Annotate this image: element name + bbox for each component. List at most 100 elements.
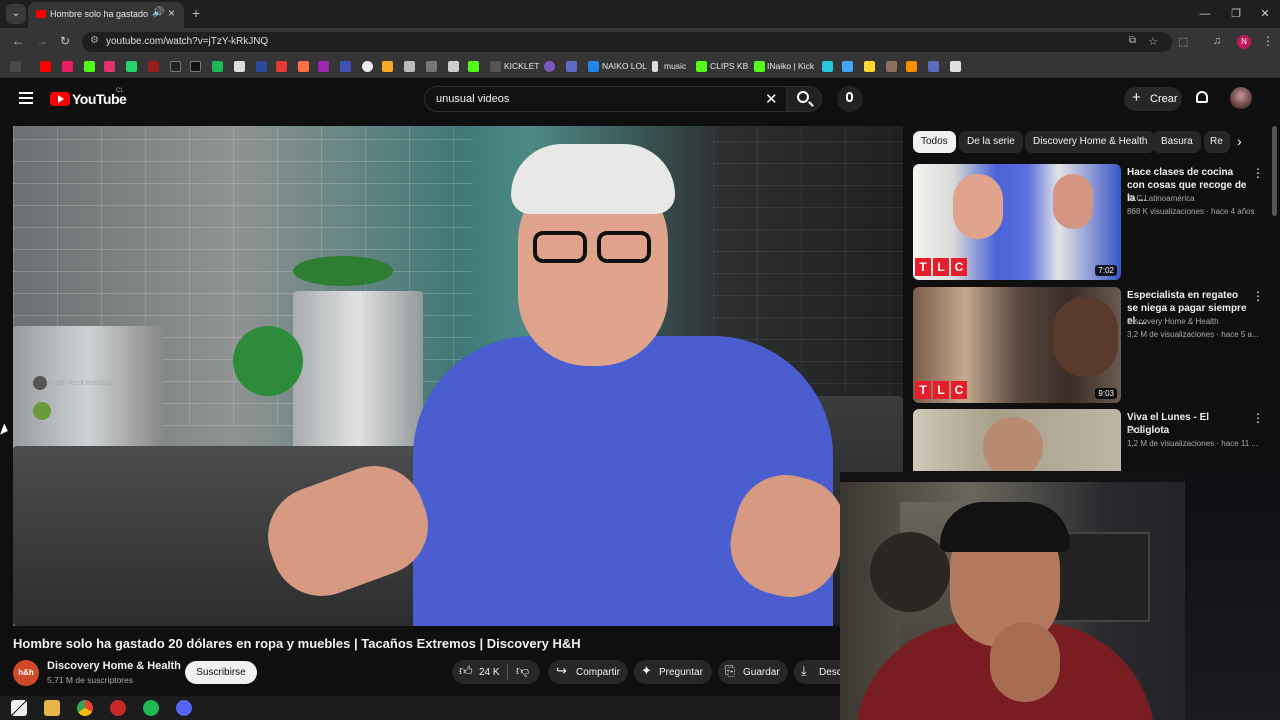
plus-icon[interactable]: + (1132, 89, 1141, 106)
bookmark-icon[interactable] (822, 61, 833, 72)
extensions-icon[interactable]: ⬚ (1178, 35, 1188, 48)
chrome-icon[interactable] (77, 700, 93, 716)
bookmark-icon[interactable] (318, 61, 329, 72)
discord-icon[interactable] (176, 700, 192, 716)
bookmark-kick-icon[interactable] (84, 61, 95, 72)
video-player[interactable]: Gordi Rock Brandon L (13, 126, 903, 626)
recommendation-thumbnail[interactable] (913, 409, 1121, 471)
bookmark-kick-icon[interactable] (468, 61, 479, 72)
bookmark-icon[interactable] (276, 61, 287, 72)
scrollbar-thumb[interactable] (1272, 126, 1277, 216)
bookmark-icon[interactable] (566, 61, 577, 72)
bookmark-kick-icon[interactable] (754, 61, 765, 72)
browser-menu-icon[interactable]: ⋮ (1262, 34, 1274, 48)
bookmark-whatsapp-icon[interactable] (126, 61, 137, 72)
bookmark-icon[interactable] (448, 61, 459, 72)
bookmark-icon[interactable] (842, 61, 853, 72)
subscribe-button[interactable]: Suscribirse (185, 661, 257, 684)
bookmark-icon[interactable]: ⎘ (725, 663, 735, 679)
bookmark-icon[interactable] (426, 61, 437, 72)
bookmark-icon[interactable] (362, 61, 373, 72)
bookmark-star-icon[interactable]: ☆ (1148, 35, 1158, 48)
bookmark-spotify-icon[interactable] (212, 61, 223, 72)
channel-avatar[interactable]: h&h (13, 660, 39, 686)
recommendation-channel[interactable]: TLC Latinoamérica (1127, 193, 1262, 205)
bookmark-naiko-icon[interactable] (588, 61, 599, 72)
share-icon[interactable]: ↪ (556, 663, 567, 679)
chip-de-la-serie[interactable]: De la serie (959, 131, 1023, 153)
site-info-icon[interactable]: ⚙ (90, 35, 99, 46)
chevron-right-icon[interactable]: › (1237, 133, 1242, 149)
create-label[interactable]: Crear (1150, 93, 1178, 105)
apps-grid-icon[interactable] (10, 61, 21, 72)
new-tab-icon[interactable]: + (192, 5, 200, 21)
bookmark-tiktok-icon[interactable] (190, 61, 201, 72)
bookmark-icon[interactable] (382, 61, 393, 72)
more-options-icon[interactable]: ⋮ (1252, 289, 1264, 303)
bookmark-icon[interactable] (864, 61, 875, 72)
bookmark-icon[interactable] (928, 61, 939, 72)
youtube-logo-icon[interactable] (50, 92, 70, 106)
dislike-icon[interactable]: 👎︎ (516, 663, 529, 679)
ask-label[interactable]: Preguntar (659, 667, 703, 678)
bookmark-naiko-lol[interactable]: NAIKO LOL (602, 61, 647, 71)
windows-start-icon[interactable] (11, 700, 27, 716)
tab-close-icon[interactable]: × (168, 6, 175, 20)
profile-avatar[interactable]: N (1237, 35, 1251, 49)
window-close-icon[interactable]: ✕ (1250, 4, 1280, 24)
more-options-icon[interactable]: ⋮ (1252, 411, 1264, 425)
search-query[interactable]: unusual videos (436, 93, 509, 105)
bookmark-icon[interactable] (906, 61, 917, 72)
bookmark-icon[interactable] (62, 61, 73, 72)
download-label[interactable]: Desc (819, 667, 842, 678)
bookmark-clips-icon[interactable] (696, 61, 707, 72)
bookmark-icon[interactable] (234, 61, 245, 72)
install-icon[interactable]: ⧉ (1129, 35, 1136, 46)
bookmark-instagram-icon[interactable] (104, 61, 115, 72)
bookmark-youtube-icon[interactable] (40, 61, 51, 72)
sparkle-icon[interactable]: ✦ (641, 663, 652, 679)
tab-audio-icon[interactable]: 🔊 (152, 7, 164, 18)
bookmark-icon[interactable] (148, 61, 159, 72)
bookmark-kicklet[interactable]: KICKLET (504, 61, 539, 71)
like-count[interactable]: 24 K (479, 667, 500, 678)
download-icon[interactable]: ⤓ (801, 663, 807, 679)
bookmark-icon[interactable] (298, 61, 309, 72)
search-icon[interactable] (797, 91, 809, 103)
clear-search-icon[interactable]: ✕ (765, 90, 778, 108)
media-control-icon[interactable]: ♫ (1213, 35, 1221, 47)
chip-todos[interactable]: Todos (913, 131, 956, 153)
chip-basura[interactable]: Basura (1153, 131, 1201, 153)
notifications-bell-icon[interactable] (1196, 91, 1208, 103)
account-avatar[interactable] (1230, 87, 1252, 109)
more-options-icon[interactable]: ⋮ (1252, 166, 1264, 180)
minimize-icon[interactable]: — (1190, 4, 1220, 24)
menu-icon[interactable] (19, 92, 33, 104)
recommendation-thumbnail[interactable]: T L C 9:03 (913, 287, 1121, 403)
bookmark-icon[interactable] (256, 61, 267, 72)
address-bar[interactable]: ⚙ youtube.com/watch?v=jTzY-kRkJNQ ⧉ ☆ (82, 32, 1172, 52)
app-icon[interactable] (110, 700, 126, 716)
microphone-icon[interactable] (846, 92, 853, 102)
bookmark-x-icon[interactable] (170, 61, 181, 72)
bookmark-music[interactable]: music (664, 61, 686, 71)
tab-search-icon[interactable]: ⌄ (6, 4, 26, 24)
share-label[interactable]: Compartir (576, 667, 620, 678)
bookmark-icon[interactable] (544, 61, 555, 72)
file-explorer-icon[interactable] (44, 700, 60, 716)
chip-discovery[interactable]: Discovery Home & Health (1025, 131, 1156, 153)
forward-icon[interactable]: → (36, 34, 48, 48)
bookmark-icon[interactable] (340, 61, 351, 72)
reload-icon[interactable]: ↻ (60, 34, 70, 48)
recommendation-channel[interactable]: El 13 (1127, 425, 1262, 437)
chip-re[interactable]: Re (1204, 131, 1230, 153)
browser-tab-active[interactable]: Hombre solo ha gastado 20 🔊 × (28, 2, 184, 28)
bookmark-clips-kb[interactable]: CLIPS KB (710, 61, 748, 71)
bookmark-kicklet-icon[interactable] (490, 61, 501, 72)
recommendation-channel[interactable]: Discovery Home & Health (1127, 316, 1262, 328)
recommendation-thumbnail[interactable]: T L C 7:02 (913, 164, 1121, 280)
like-icon[interactable]: 👍︎ (459, 663, 473, 679)
bookmark-inaiko-kick[interactable]: INaiko | Kick (767, 61, 814, 71)
channel-name[interactable]: Discovery Home & Health (47, 660, 181, 672)
restore-icon[interactable]: ❐ (1221, 4, 1251, 24)
